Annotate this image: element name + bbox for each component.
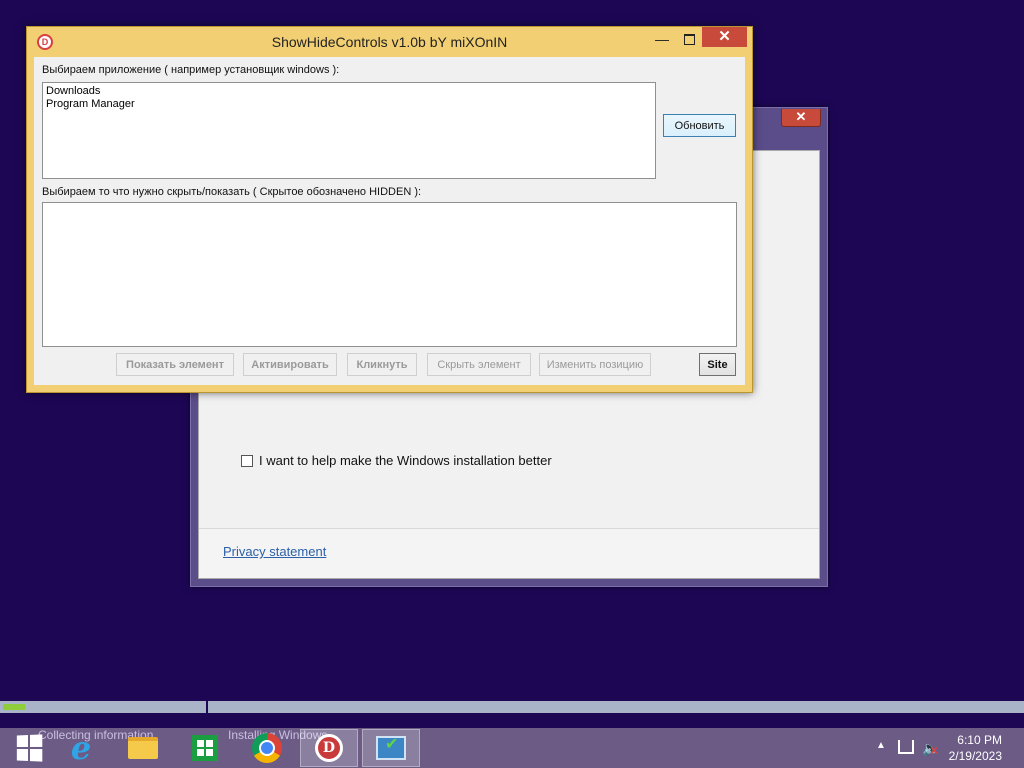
hide-element-button[interactable]: Скрыть элемент bbox=[427, 353, 531, 376]
taskbar-windows-setup[interactable] bbox=[362, 729, 420, 767]
clock[interactable]: 6:10 PM 2/19/2023 bbox=[949, 732, 1002, 764]
minimize-button[interactable]: — bbox=[652, 31, 672, 49]
muted-icon: ✕ bbox=[930, 746, 939, 757]
internet-explorer-icon: e bbox=[70, 729, 92, 767]
taskbar-internet-explorer[interactable]: e bbox=[52, 729, 110, 767]
folder-icon bbox=[128, 737, 158, 759]
apps-label: Выбираем приложение ( например установщи… bbox=[42, 64, 340, 76]
controls-label: Выбираем то что нужно скрыть/показать ( … bbox=[42, 186, 422, 198]
windows-logo-icon bbox=[16, 734, 43, 762]
setup-progress-strip bbox=[0, 701, 1024, 713]
site-button[interactable]: Site bbox=[699, 353, 736, 376]
showhidecontrols-icon: D bbox=[315, 734, 343, 762]
showhidecontrols-window: D ShowHideControls v1.0b bY miXOnIN — ✕ … bbox=[26, 26, 753, 393]
windows-setup-icon bbox=[376, 734, 406, 760]
collecting-info-stage bbox=[0, 701, 208, 713]
improve-installation-label[interactable]: I want to help make the Windows installa… bbox=[259, 453, 552, 468]
setup-footer: Privacy statement bbox=[199, 528, 819, 578]
privacy-statement-link[interactable]: Privacy statement bbox=[223, 544, 326, 559]
show-element-button[interactable]: Показать элемент bbox=[116, 353, 234, 376]
controls-listbox[interactable] bbox=[42, 202, 737, 347]
start-button[interactable] bbox=[0, 729, 58, 767]
chrome-icon bbox=[252, 733, 282, 763]
improve-installation-checkbox[interactable] bbox=[241, 454, 253, 467]
taskbar-store[interactable] bbox=[176, 729, 234, 767]
refresh-button[interactable]: Обновить bbox=[663, 114, 736, 137]
apps-list-item[interactable]: Program Manager bbox=[46, 98, 652, 111]
window-title: ShowHideControls v1.0b bY miXOnIN bbox=[271, 34, 508, 50]
improve-installation-option[interactable]: I want to help make the Windows installa… bbox=[241, 453, 552, 468]
clock-time: 6:10 PM bbox=[957, 733, 1002, 747]
network-icon[interactable] bbox=[898, 740, 914, 754]
taskbar-showhidecontrols[interactable]: D bbox=[300, 729, 358, 767]
change-position-button[interactable]: Изменить позицию bbox=[539, 353, 651, 376]
apps-list-item[interactable]: Downloads bbox=[46, 85, 652, 98]
window-client-area: Выбираем приложение ( например установщи… bbox=[34, 57, 745, 385]
clock-date: 2/19/2023 bbox=[948, 749, 1002, 763]
close-button[interactable]: ✕ bbox=[702, 27, 747, 47]
taskbar: Collecting information Installing Window… bbox=[0, 728, 1024, 768]
collecting-progress-fill bbox=[3, 704, 25, 710]
activate-button[interactable]: Активировать bbox=[243, 353, 337, 376]
setup-close-button[interactable]: ✕ bbox=[781, 109, 821, 127]
store-icon bbox=[192, 735, 218, 761]
maximize-button[interactable] bbox=[679, 31, 699, 49]
apps-listbox[interactable]: Downloads Program Manager bbox=[42, 82, 656, 179]
click-button[interactable]: Кликнуть bbox=[347, 353, 417, 376]
taskbar-file-explorer[interactable] bbox=[114, 729, 172, 767]
show-hidden-icons-icon[interactable]: ▲ bbox=[876, 740, 886, 751]
taskbar-chrome[interactable] bbox=[238, 729, 296, 767]
